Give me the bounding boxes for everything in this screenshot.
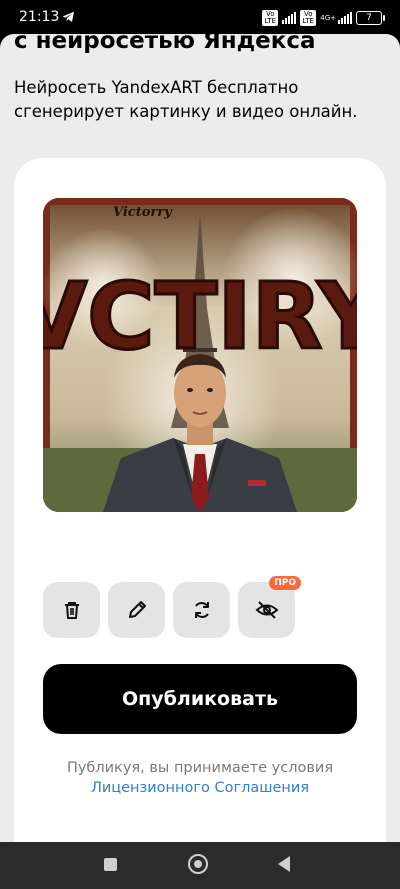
status-time: 21:13 (19, 9, 60, 25)
license-agreement-link[interactable]: Лицензионного Соглашения (91, 778, 309, 798)
terms-notice: Публикуя, вы принимаете условия Лицензио… (14, 758, 386, 798)
battery-icon: 7 (356, 11, 385, 25)
pencil-icon (128, 601, 146, 618)
generated-image[interactable]: VCTIRY Victorry (43, 198, 357, 512)
telegram-icon (62, 11, 74, 22)
hide-button[interactable]: ПРО (238, 576, 301, 638)
image-title-text: VCTIRY (43, 263, 357, 370)
recents-icon[interactable] (104, 858, 117, 871)
publish-button[interactable]: Опубликовать (43, 664, 357, 734)
page-subtitle: Нейросеть YandexART бесплатно сгенерируе… (14, 78, 358, 121)
back-icon[interactable] (278, 856, 290, 872)
result-card: VCTIRY Victorry ПРО Опубликовать Публику… (14, 158, 386, 842)
trash-icon (64, 602, 79, 619)
main-sheet: с нейросетью Яндекса Нейросеть YandexART… (0, 34, 400, 842)
network-type: 4G+ (320, 14, 336, 22)
signal-icon (282, 12, 297, 24)
status-bar: 21:13 Vo LTE Vo LTE 4G+ 7 (0, 0, 400, 38)
edit-button[interactable] (108, 582, 165, 638)
generated-image-art: VCTIRY Victorry (43, 198, 357, 512)
terms-text: Публикуя, вы принимаете условия (66, 760, 334, 776)
pro-badge: ПРО (269, 576, 301, 590)
volte-icon: Vo LTE (300, 10, 317, 26)
image-actions: ПРО (43, 576, 301, 638)
refresh-icon (194, 602, 209, 618)
regenerate-button[interactable] (173, 582, 230, 638)
signal-icon (338, 12, 352, 24)
status-indicators: Vo LTE Vo LTE 4G+ 7 (262, 10, 385, 26)
volte-icon: Vo LTE (262, 10, 279, 26)
delete-button[interactable] (43, 582, 100, 638)
page-title: с нейросетью Яндекса (14, 34, 316, 54)
home-icon[interactable] (188, 854, 208, 874)
eye-off-icon (255, 601, 278, 619)
system-nav-bar (0, 842, 400, 889)
image-small-text: Victorry (113, 205, 173, 220)
